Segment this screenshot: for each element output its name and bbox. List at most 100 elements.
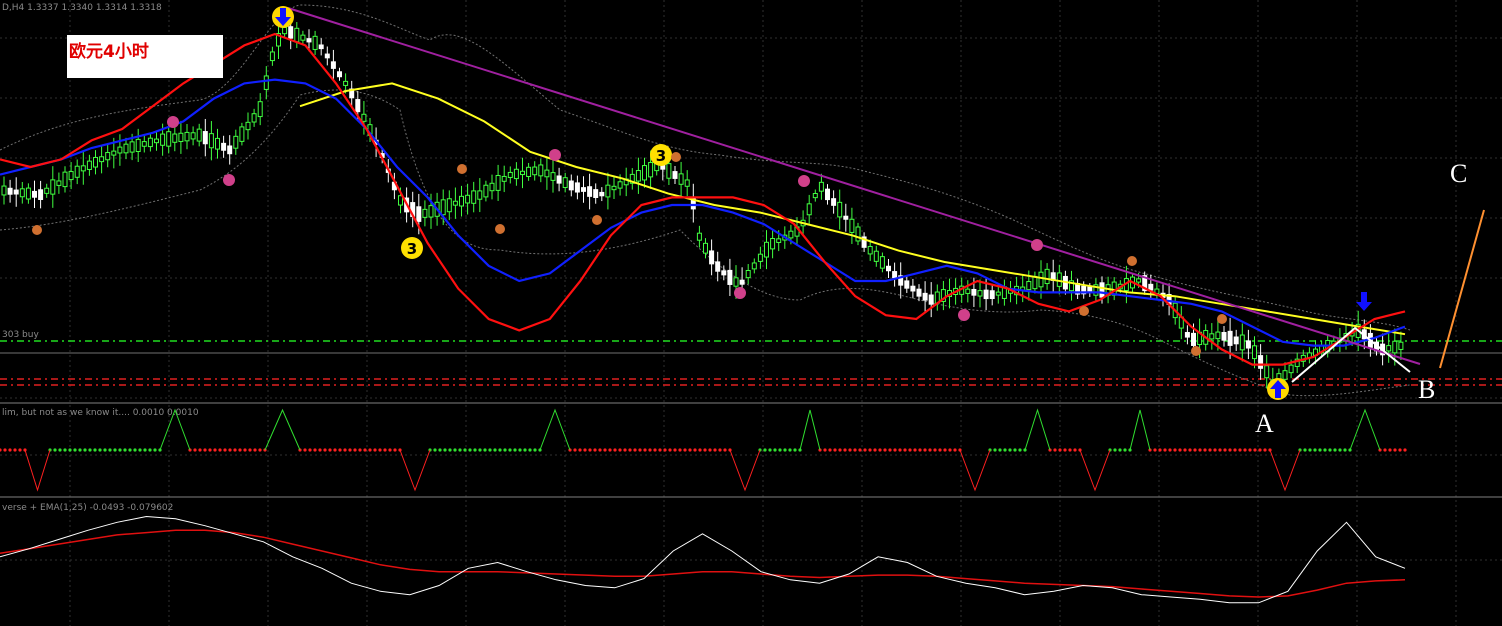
pink-signal-dot[interactable]: [798, 175, 810, 187]
osc1-dot: [308, 448, 312, 452]
pink-signal-dot[interactable]: [549, 149, 561, 161]
descending-trend-line[interactable]: [287, 7, 1421, 365]
candle-body: [574, 182, 580, 193]
pink-signal-dot[interactable]: [734, 287, 746, 299]
pink-signal-dot[interactable]: [958, 309, 970, 321]
osc1-dot: [703, 448, 707, 452]
osc1-dot: [783, 448, 787, 452]
osc1-dot: [433, 448, 437, 452]
candle-body: [849, 218, 855, 233]
osc1-dot: [378, 448, 382, 452]
pink-signal-dot[interactable]: [1031, 239, 1043, 251]
candle-body: [111, 150, 117, 156]
number-marker-3-high[interactable]: 3: [650, 144, 672, 166]
osc1-dot: [313, 448, 317, 452]
osc1-dot: [108, 448, 112, 452]
oscillator-2-ema-line[interactable]: [0, 529, 1406, 598]
candle-body: [1099, 282, 1105, 298]
blue-moving-average[interactable]: [0, 78, 1406, 347]
candle-body: [989, 290, 995, 300]
osc1-dot: [883, 448, 887, 452]
buy-arrow-icon[interactable]: [1267, 378, 1289, 400]
osc1-dot: [898, 448, 902, 452]
osc1-dot: [1223, 448, 1227, 452]
osc1-dot: [478, 448, 482, 452]
osc1-dot: [8, 448, 12, 452]
osc1-dot: [1053, 448, 1057, 452]
osc1-dot: [1263, 448, 1267, 452]
osc1-dot: [1393, 448, 1397, 452]
candle-body: [361, 113, 367, 122]
level-label: 303 buy: [2, 330, 39, 340]
sell-arrow-icon[interactable]: [272, 6, 294, 28]
red-moving-average[interactable]: [0, 32, 1406, 366]
osc1-dot: [658, 448, 662, 452]
candle-body: [452, 200, 458, 206]
osc1-dot: [78, 448, 82, 452]
osc1-spike: [1269, 449, 1301, 492]
orange-signal-dot[interactable]: [32, 225, 42, 235]
candle-body: [25, 187, 31, 200]
osc1-dot: [628, 448, 632, 452]
osc1-dot: [868, 448, 872, 452]
osc1-spike: [959, 449, 991, 492]
candle-body: [806, 203, 812, 216]
candle-body: [1191, 332, 1196, 346]
osc1-dot: [483, 448, 487, 452]
candle-body: [764, 241, 769, 258]
candle-body: [745, 269, 751, 279]
candle-body: [642, 165, 647, 181]
pink-signal-dot[interactable]: [223, 174, 235, 186]
osc1-dot: [1318, 448, 1322, 452]
candle-body: [635, 170, 641, 182]
osc1-dot: [683, 448, 687, 452]
osc1-dot: [1183, 448, 1187, 452]
osc1-dot: [998, 448, 1002, 452]
candle-body: [288, 26, 294, 39]
forecast-line-c[interactable]: [1439, 209, 1485, 369]
candle-body: [312, 35, 318, 50]
candle-body: [513, 168, 519, 180]
candle-body: [593, 189, 599, 198]
osc1-dot: [1168, 448, 1172, 452]
osc1-dot: [1398, 448, 1402, 452]
osc1-dot: [1173, 448, 1177, 452]
candle-body: [776, 238, 782, 243]
candle-body: [892, 271, 898, 279]
oscillator-2-label: verse + EMA(1,25) -0.0493 -0.079602: [2, 503, 173, 513]
osc1-dot: [488, 448, 492, 452]
osc1-dot: [668, 448, 672, 452]
osc1-dot: [258, 448, 262, 452]
candle-body: [202, 131, 208, 145]
candle-body: [32, 190, 37, 198]
candle-body: [62, 171, 68, 188]
osc1-dot: [153, 448, 157, 452]
osc1-dot: [608, 448, 612, 452]
candle-body: [1227, 330, 1233, 346]
candle-body: [971, 288, 977, 296]
osc1-dot: [1198, 448, 1202, 452]
sell-arrow-small-icon[interactable]: [1356, 292, 1372, 311]
candle-body: [562, 177, 568, 189]
candle-body: [93, 156, 98, 168]
candle-body: [1233, 336, 1239, 345]
osc1-dot: [918, 448, 922, 452]
orange-signal-dot[interactable]: [457, 164, 467, 174]
osc1-dot: [768, 448, 772, 452]
osc1-dot: [513, 448, 517, 452]
candle-body: [715, 261, 721, 272]
candle-body: [1252, 345, 1257, 360]
number-marker-3-low[interactable]: 3: [401, 237, 423, 259]
orange-signal-dot[interactable]: [495, 224, 505, 234]
candle-body: [1398, 341, 1404, 350]
osc1-dot: [1013, 448, 1017, 452]
orange-signal-dot[interactable]: [1217, 314, 1227, 324]
orange-signal-dot[interactable]: [1191, 346, 1201, 356]
pink-signal-dot[interactable]: [167, 116, 179, 128]
orange-signal-dot[interactable]: [592, 215, 602, 225]
orange-signal-dot[interactable]: [671, 152, 681, 162]
price-chart[interactable]: D,H4 1.3337 1.3340 1.3314 1.3318 303 buy…: [0, 0, 1502, 626]
osc1-dot: [913, 448, 917, 452]
orange-signal-dot[interactable]: [1079, 306, 1089, 316]
orange-signal-dot[interactable]: [1127, 256, 1137, 266]
